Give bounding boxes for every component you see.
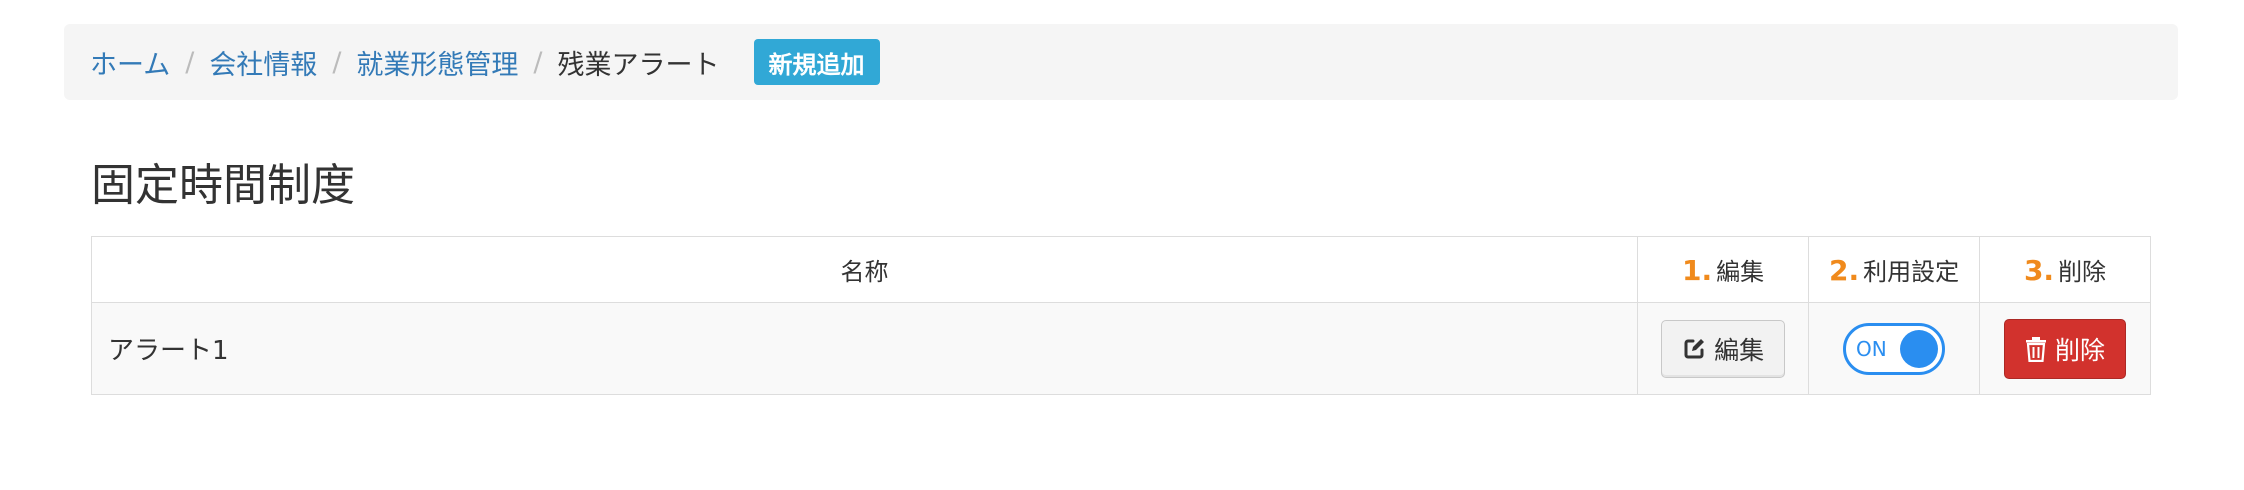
header-use-label: 利用設定: [1863, 258, 1960, 286]
header-delete-number: 3.: [2023, 254, 2055, 287]
breadcrumb-separator: /: [185, 46, 195, 78]
header-edit-label: 編集: [1716, 258, 1765, 286]
delete-button[interactable]: 削除: [2004, 318, 2127, 379]
edit-button-label: 編集: [1714, 335, 1765, 365]
edit-icon: [1682, 337, 1706, 361]
breadcrumb-separator: /: [332, 46, 342, 78]
header-edit: 1. 編集: [1637, 236, 1810, 303]
header-edit-number: 1.: [1682, 254, 1713, 287]
table-header-row: 名称 1. 編集 2. 利用設定 3. 削除: [90, 236, 2151, 303]
header-delete-label: 削除: [2058, 258, 2107, 286]
edit-cell: 編集: [1637, 302, 1810, 395]
add-new-button[interactable]: 新規追加: [753, 39, 880, 85]
header-delete: 3. 削除: [1979, 236, 2151, 303]
breadcrumb-current: 残業アラート: [557, 49, 720, 81]
breadcrumb-home-link[interactable]: ホーム: [90, 43, 170, 82]
header-use-number: 2.: [1828, 254, 1860, 287]
breadcrumb-company-link[interactable]: 会社情報: [209, 43, 317, 82]
use-setting-toggle[interactable]: ON: [1843, 322, 1946, 375]
breadcrumb-work-style-link[interactable]: 就業形態管理: [356, 43, 518, 82]
use-setting-cell: ON: [1808, 302, 1981, 395]
edit-button[interactable]: 編集: [1661, 319, 1786, 378]
delete-button-label: 削除: [2055, 335, 2106, 365]
header-name: 名称: [90, 236, 1639, 303]
page-title: 固定時間制度: [91, 160, 355, 211]
alert-table: 名称 1. 編集 2. 利用設定 3. 削除 アラート1 編集 ON 削除: [90, 236, 2151, 395]
toggle-knob: [1900, 329, 1939, 368]
header-use-setting: 2. 利用設定: [1808, 236, 1981, 303]
toggle-state-label: ON: [1856, 336, 1887, 361]
table-row: アラート1 編集 ON 削除: [90, 302, 2151, 395]
alert-name: アラート1: [90, 302, 1639, 395]
breadcrumb-separator: /: [533, 46, 543, 78]
breadcrumb: ホーム / 会社情報 / 就業形態管理 / 残業アラート 新規追加: [64, 24, 2178, 100]
delete-cell: 削除: [1979, 302, 2151, 395]
trash-icon: [2025, 336, 2047, 362]
